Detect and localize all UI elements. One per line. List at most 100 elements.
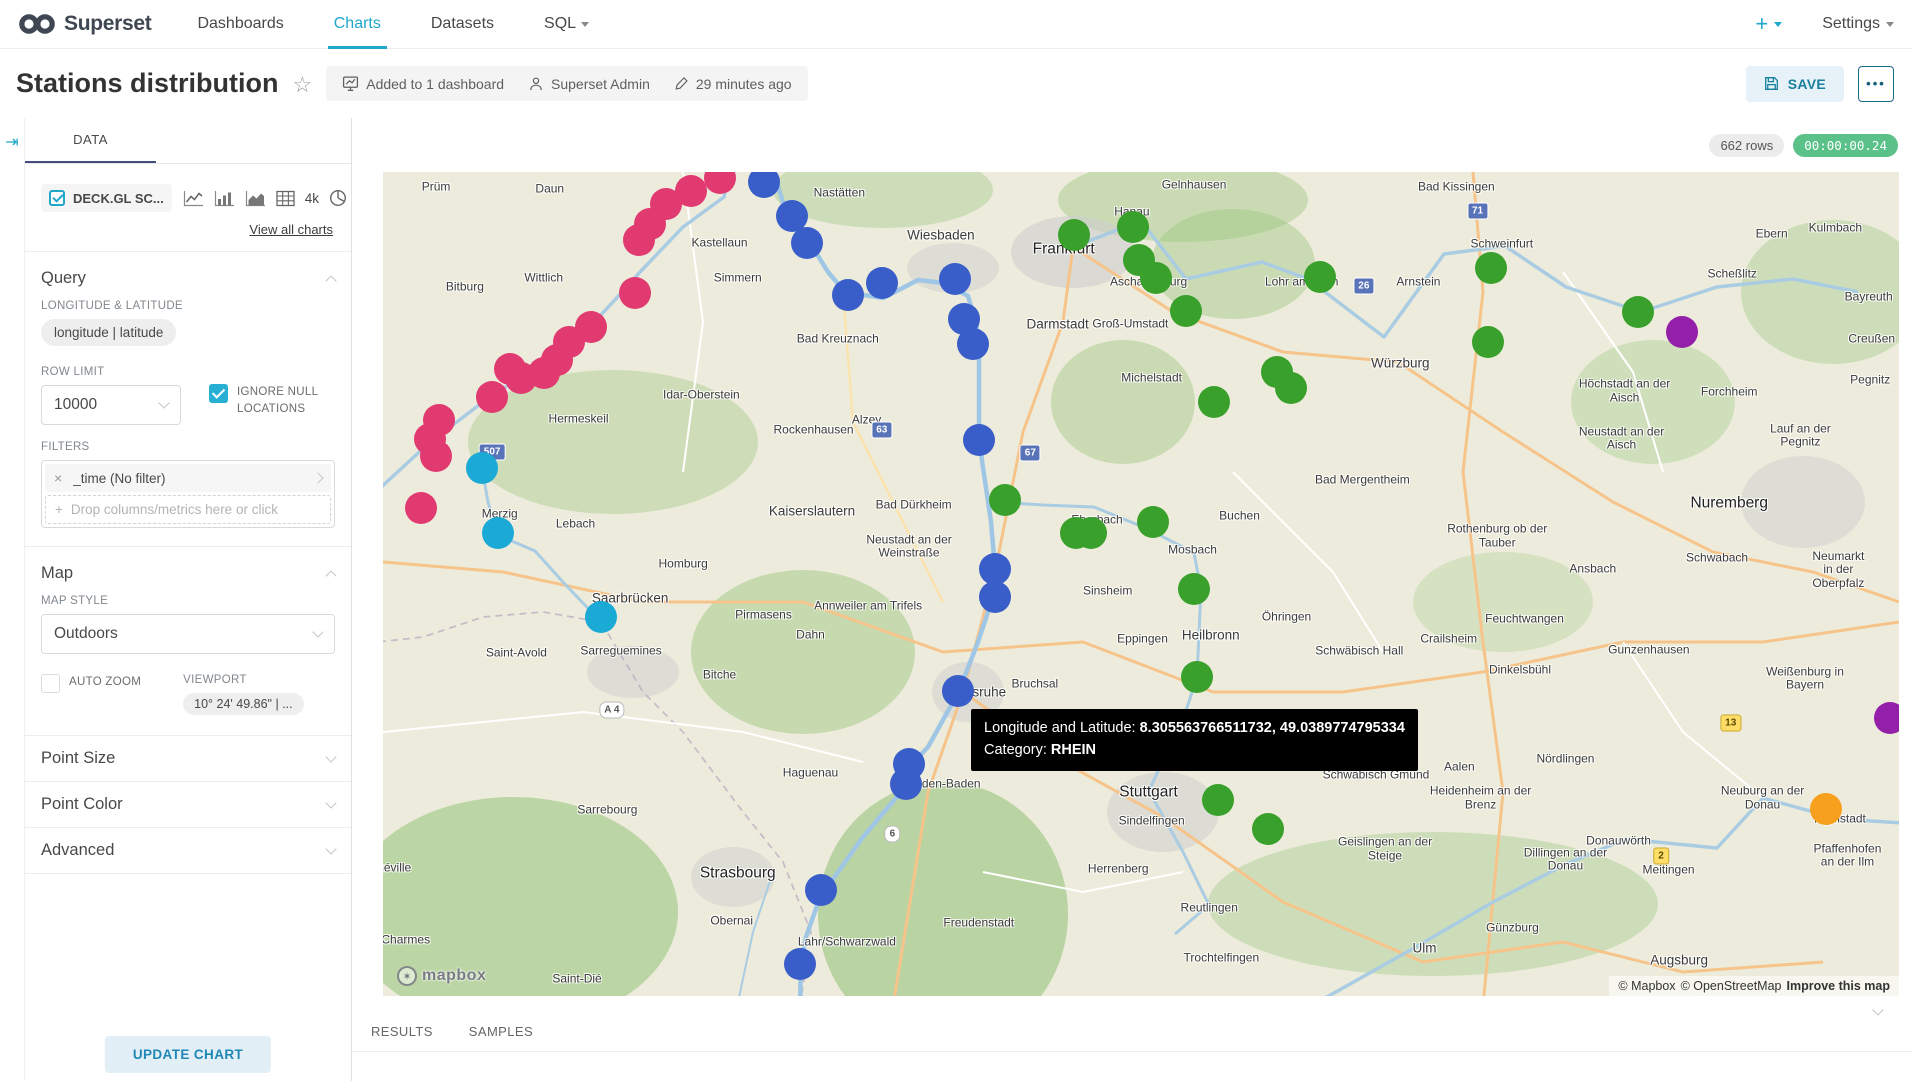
last-modified-badge[interactable]: 29 minutes ago: [674, 76, 792, 92]
map-point-green[interactable]: [1170, 295, 1202, 327]
section-point-color[interactable]: Point Color: [41, 782, 335, 827]
area-chart-icon[interactable]: [245, 190, 266, 207]
results-panel: RESULTS SAMPLES: [352, 996, 1912, 1081]
attribution-improve-link[interactable]: Improve this map: [1787, 979, 1891, 993]
checked-checkbox-icon[interactable]: [209, 384, 228, 403]
map-point-blue[interactable]: [963, 424, 995, 456]
query-timer-badge: 00:00:00.24: [1793, 134, 1898, 157]
map-point-pink[interactable]: [623, 224, 655, 256]
view-all-charts-link[interactable]: View all charts: [41, 222, 333, 237]
favorite-star-icon[interactable]: ☆: [293, 72, 313, 98]
viewport-chip[interactable]: 10° 24' 49.86" | ...: [183, 693, 303, 715]
mapbox-logo[interactable]: ✶ mapbox: [397, 966, 486, 986]
map-point-green[interactable]: [1137, 506, 1169, 538]
table-icon[interactable]: [276, 190, 295, 207]
map-city-label: Feuchtwangen: [1485, 612, 1564, 625]
map-point-blue[interactable]: [942, 675, 974, 707]
panel-body: DECK.GL SC...: [25, 184, 351, 874]
map-point-blue[interactable]: [832, 279, 864, 311]
map-city-label: Aalen: [1444, 760, 1475, 773]
lonlat-chip[interactable]: longitude | latitude: [41, 319, 176, 346]
more-actions-button[interactable]: •••: [1858, 66, 1894, 102]
map-point-orange[interactable]: [1810, 793, 1842, 825]
map-city-label: Bad Dürkheim: [876, 498, 952, 511]
chevron-down-icon: [312, 626, 323, 637]
auto-zoom-group[interactable]: AUTO ZOOM: [41, 674, 141, 715]
dashboard-count-badge[interactable]: Added to 1 dashboard: [342, 75, 504, 92]
map-point-cyan[interactable]: [482, 517, 514, 549]
update-chart-button[interactable]: UPDATE CHART: [105, 1036, 271, 1073]
superset-logo[interactable]: Superset: [18, 12, 151, 36]
new-item-menu[interactable]: +: [1755, 11, 1782, 37]
map-city-label: Heidenheim an der Brenz: [1425, 785, 1537, 812]
map-point-blue[interactable]: [979, 581, 1011, 613]
map-point-purple[interactable]: [1874, 702, 1899, 734]
map-canvas[interactable]: PrümDaunNastättenGelnhausenBad Kissingen…: [383, 172, 1899, 996]
map-point-cyan[interactable]: [585, 601, 617, 633]
map-city-label: Rockenhausen: [774, 423, 854, 436]
settings-menu[interactable]: Settings: [1822, 15, 1894, 33]
map-section-header[interactable]: Map: [41, 564, 335, 583]
map-point-green[interactable]: [1472, 326, 1504, 358]
bar-chart-icon[interactable]: [214, 190, 235, 207]
row-limit-label: ROW LIMIT: [41, 366, 181, 378]
collapse-panel-icon[interactable]: ⇥: [5, 134, 18, 151]
map-point-blue[interactable]: [784, 948, 816, 980]
map-point-blue[interactable]: [805, 874, 837, 906]
section-advanced[interactable]: Advanced: [41, 828, 335, 873]
map-point-green[interactable]: [1275, 372, 1307, 404]
map-point-green[interactable]: [1304, 261, 1336, 293]
map-point-blue[interactable]: [939, 263, 971, 295]
map-point-green[interactable]: [1075, 517, 1107, 549]
row-limit-select[interactable]: 10000: [41, 385, 181, 425]
map-point-green[interactable]: [1475, 252, 1507, 284]
nav-item-dashboards[interactable]: Dashboards: [197, 0, 283, 49]
query-section-header[interactable]: Query: [41, 269, 335, 288]
map-point-purple[interactable]: [1666, 316, 1698, 348]
map-point-pink[interactable]: [405, 492, 437, 524]
ignore-null-group[interactable]: IGNORE NULL LOCATIONS: [209, 384, 341, 425]
owner-badge[interactable]: Superset Admin: [528, 76, 650, 92]
collapsed-sections: Point SizePoint ColorAdvanced: [41, 736, 335, 874]
map-point-green[interactable]: [1202, 784, 1234, 816]
map-point-pink[interactable]: [476, 381, 508, 413]
map-point-cyan[interactable]: [466, 452, 498, 484]
map-point-green[interactable]: [989, 484, 1021, 516]
chart-meta-badges: Added to 1 dashboard Superset Admin 29 m…: [326, 66, 807, 101]
tab-data[interactable]: DATA: [25, 118, 156, 163]
map-point-blue[interactable]: [957, 328, 989, 360]
filter-drop-zone[interactable]: + Drop columns/metrics here or click: [45, 495, 331, 524]
map-point-pink[interactable]: [494, 353, 526, 385]
map-point-green[interactable]: [1198, 386, 1230, 418]
map-point-green[interactable]: [1178, 573, 1210, 605]
save-button[interactable]: SAVE: [1746, 66, 1844, 102]
pie-chart-icon[interactable]: [329, 189, 347, 207]
map-point-blue[interactable]: [866, 267, 898, 299]
map-style-select[interactable]: Outdoors: [41, 614, 335, 654]
line-chart-icon[interactable]: [183, 190, 204, 207]
map-point-pink[interactable]: [619, 277, 651, 309]
map-point-green[interactable]: [1622, 296, 1654, 328]
map-point-blue[interactable]: [791, 227, 823, 259]
viz-type-selected[interactable]: DECK.GL SC...: [41, 184, 172, 212]
unchecked-checkbox-icon[interactable]: [41, 674, 60, 693]
map-point-green[interactable]: [1181, 661, 1213, 693]
map-point-pink[interactable]: [420, 440, 452, 472]
attribution-mapbox-link[interactable]: © Mapbox: [1618, 979, 1675, 993]
filter-chip-time[interactable]: × _time (No filter): [45, 464, 331, 492]
tab-results[interactable]: RESULTS: [371, 1024, 433, 1039]
map-point-green[interactable]: [1058, 219, 1090, 251]
nav-item-datasets[interactable]: Datasets: [431, 0, 494, 49]
remove-filter-icon[interactable]: ×: [54, 470, 62, 486]
map-point-blue[interactable]: [890, 768, 922, 800]
tab-samples[interactable]: SAMPLES: [469, 1024, 533, 1039]
nav-item-charts[interactable]: Charts: [334, 0, 381, 49]
attribution-osm-link[interactable]: © OpenStreetMap: [1681, 979, 1782, 993]
nav-item-sql[interactable]: SQL: [544, 0, 589, 49]
section-point-size[interactable]: Point Size: [41, 736, 335, 781]
map-point-green[interactable]: [1117, 211, 1149, 243]
viz-4k-label[interactable]: 4k: [305, 191, 319, 206]
map-city-label: Strasbourg: [700, 865, 776, 882]
map-point-green[interactable]: [1140, 262, 1172, 294]
map-point-green[interactable]: [1252, 813, 1284, 845]
